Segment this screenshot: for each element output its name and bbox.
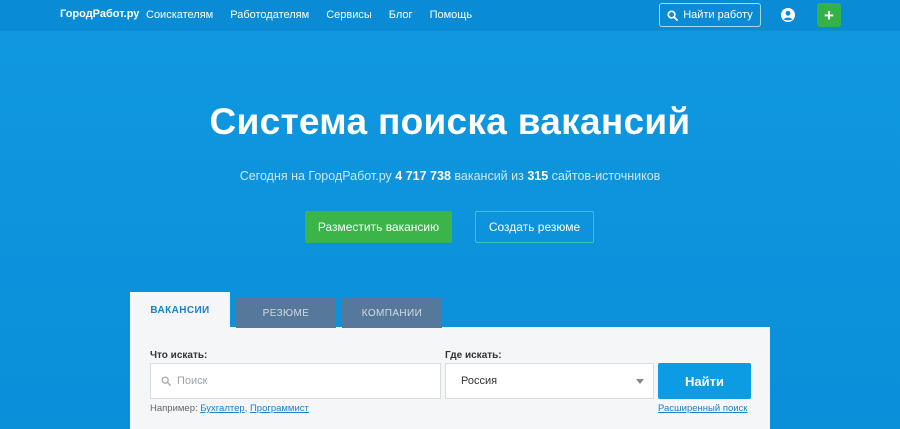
nav-item-jobseekers[interactable]: Соискателям — [146, 9, 213, 21]
location-select[interactable]: Россия — [445, 363, 654, 399]
find-job-label: Найти работу — [683, 9, 753, 21]
advanced-search-link[interactable]: Расширенный поиск — [658, 403, 747, 414]
example-link-programmer[interactable]: Программист — [250, 403, 309, 414]
example-link-accountant[interactable]: Бухгалтер — [200, 403, 244, 414]
nav-item-help[interactable]: Помощь — [430, 9, 473, 21]
site-logo[interactable]: ГородРабот.ру — [60, 8, 139, 20]
tab-companies[interactable]: КОМПАНИИ — [342, 298, 442, 328]
create-resume-button[interactable]: Создать резюме — [475, 211, 594, 243]
search-icon — [667, 9, 679, 21]
nav-item-services[interactable]: Сервисы — [326, 9, 372, 21]
tab-resumes[interactable]: РЕЗЮМЕ — [236, 298, 336, 328]
source-count: 315 — [527, 169, 549, 183]
post-vacancy-button[interactable]: Разместить вакансию — [305, 211, 452, 243]
nav-item-employers[interactable]: Работодателям — [230, 9, 309, 21]
add-button[interactable]: + — [817, 3, 841, 27]
example-separator: , — [244, 403, 248, 414]
user-account-icon[interactable] — [781, 8, 795, 22]
find-job-button[interactable]: Найти работу — [659, 3, 761, 27]
main-nav: Соискателям Работодателям Сервисы Блог П… — [146, 9, 472, 21]
where-label: Где искать: — [445, 350, 502, 361]
stats-suffix: сайтов-источников — [551, 169, 661, 183]
stats-prefix: Сегодня на ГородРабот.ру — [239, 169, 392, 183]
vacancy-count: 4 717 738 — [395, 169, 451, 183]
tab-vacancies[interactable]: ВАКАНСИИ — [130, 292, 230, 328]
stats-middle: вакансий из — [454, 169, 524, 183]
stats-subtitle: Сегодня на ГородРабот.ру 4 717 738 вакан… — [0, 169, 900, 183]
what-input-container — [150, 363, 441, 399]
chevron-down-icon — [636, 379, 644, 384]
search-submit-button[interactable]: Найти — [658, 363, 751, 399]
location-value: Россия — [461, 375, 498, 387]
example-prefix: Например: — [150, 403, 198, 414]
search-input[interactable] — [177, 375, 427, 387]
search-examples: Например: Бухгалтер, Программист — [150, 403, 309, 414]
nav-item-blog[interactable]: Блог — [389, 9, 413, 21]
page-title: Система поиска вакансий — [209, 101, 691, 142]
top-header: ГородРабот.ру Соискателям Работодателям … — [0, 0, 900, 30]
what-label: Что искать: — [150, 350, 208, 361]
search-icon — [161, 376, 171, 386]
